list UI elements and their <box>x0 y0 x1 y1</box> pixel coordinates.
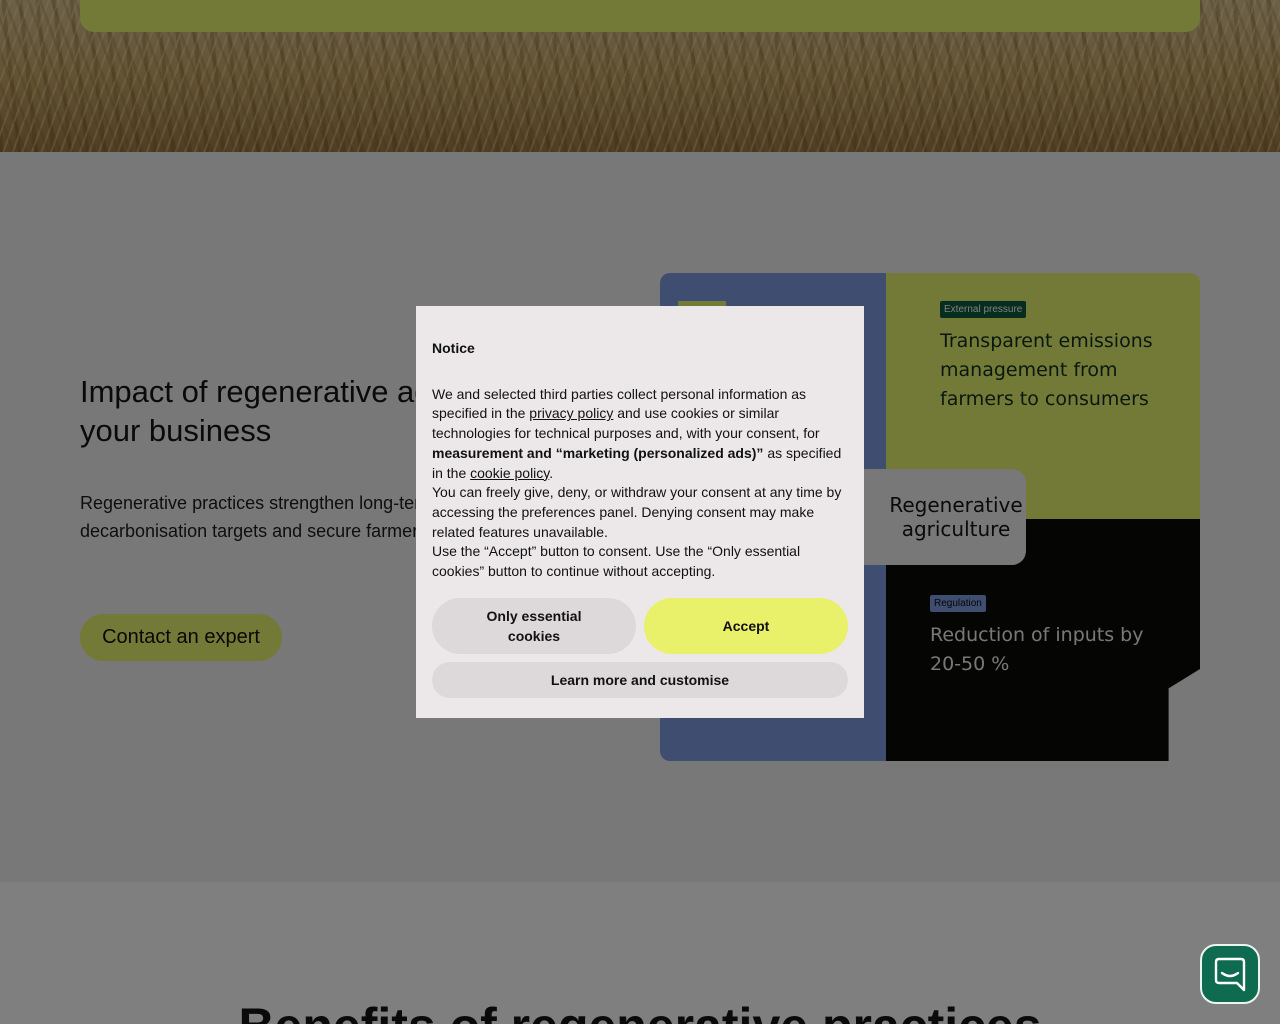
consent-paragraph-1: We and selected third parties collect pe… <box>432 385 848 484</box>
cookie-policy-link[interactable]: cookie policy <box>470 465 549 481</box>
cookie-consent-dialog: Notice We and selected third parties col… <box>416 306 864 718</box>
dialog-button-row: Only essential cookies Accept <box>432 598 848 654</box>
dialog-title: Notice <box>432 340 475 356</box>
chat-bubble-icon <box>1214 957 1246 992</box>
consent-text: . <box>549 464 554 481</box>
privacy-policy-link[interactable]: privacy policy <box>529 405 613 421</box>
chat-launcher-button[interactable] <box>1200 944 1260 1004</box>
consent-paragraph-3: Use the “Accept” button to consent. Use … <box>432 543 801 580</box>
only-essential-cookies-button[interactable]: Only essential cookies <box>432 598 636 654</box>
accept-button[interactable]: Accept <box>644 598 848 654</box>
learn-more-customise-button[interactable]: Learn more and customise <box>432 662 848 698</box>
consent-paragraph-2: You can freely give, deny, or withdraw y… <box>432 484 842 540</box>
consent-bold-text: measurement and “marketing (personalized… <box>432 444 764 461</box>
